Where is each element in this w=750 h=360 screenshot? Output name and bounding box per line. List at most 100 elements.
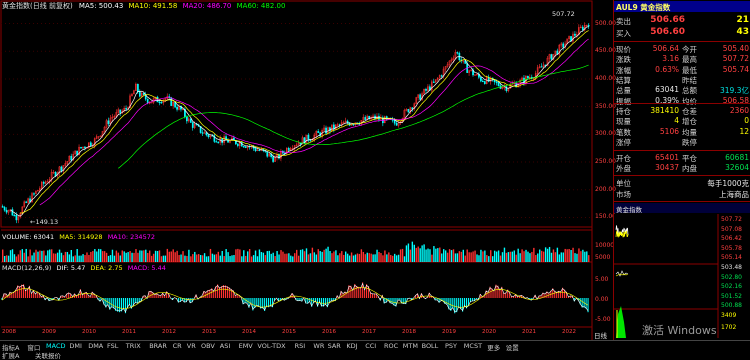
candle-body xyxy=(217,141,220,144)
volume-bar xyxy=(492,256,494,262)
quote-row-value: 60681 xyxy=(725,153,749,162)
sell-row[interactable]: 卖出 506.66 21 xyxy=(614,15,750,26)
volume-bar xyxy=(241,256,243,262)
divider xyxy=(614,41,750,42)
volume-bar xyxy=(558,254,561,262)
volume-bar xyxy=(480,249,482,262)
volume-bar xyxy=(523,251,525,262)
indicator-tab[interactable]: MCST xyxy=(464,342,482,351)
mini-chart-title-bar: 黄金指数 xyxy=(614,203,750,214)
volume-header: VOLUME: 63041 MA5: 314928 MA10: 234572 xyxy=(2,233,155,241)
volume-bar xyxy=(366,252,368,262)
candle-body xyxy=(495,81,498,83)
volume-bar xyxy=(397,254,400,262)
volume-bar xyxy=(47,250,49,262)
volume-bar xyxy=(7,255,10,262)
quote-row: 笔数 5106 均量 12 xyxy=(614,127,750,137)
volume-bar xyxy=(72,256,74,262)
indicator-tab[interactable]: DMI xyxy=(69,342,82,351)
indicator-tab[interactable]: VOL-TDX xyxy=(257,342,285,351)
indicator-tab[interactable]: KDJ xyxy=(346,342,357,351)
volume-bar xyxy=(270,253,272,262)
indicator-tab[interactable]: OBV xyxy=(201,342,215,351)
volume-bar xyxy=(403,256,406,262)
volume-bar xyxy=(350,252,353,262)
candle-body xyxy=(146,98,149,103)
indicator-tab[interactable]: CR xyxy=(173,342,182,351)
volume-bar xyxy=(507,252,510,262)
volume-bar xyxy=(231,255,233,262)
volume-bar xyxy=(425,249,427,262)
volume-bar xyxy=(35,249,37,262)
volume-bar xyxy=(207,256,210,262)
indicator-tab[interactable]: 更多 xyxy=(487,342,500,352)
candle-body xyxy=(138,91,141,97)
volume-bar xyxy=(107,255,110,262)
candle-body xyxy=(60,166,63,171)
volume-bar xyxy=(225,249,227,262)
volume-bar xyxy=(309,253,312,262)
quote-row-value: 507.72 xyxy=(722,54,749,64)
mini-volume-axis-tick: 3409 xyxy=(721,312,737,319)
indicator-tab[interactable]: BOLL xyxy=(422,342,439,351)
quote-row-value: 506.64 xyxy=(652,44,679,53)
indicator-tab[interactable]: TRIX xyxy=(126,342,141,351)
indicator-tab[interactable]: WR xyxy=(313,342,324,351)
volume-bar xyxy=(260,252,263,262)
volume-bar xyxy=(452,249,455,262)
extension-tab[interactable]: 关联报价 xyxy=(35,350,61,360)
volume-bar xyxy=(62,255,65,262)
indicator-tab[interactable]: ROC xyxy=(384,342,398,351)
volume-bar xyxy=(407,243,410,262)
volume-bar xyxy=(413,244,415,262)
indicator-tab[interactable]: EMV xyxy=(239,342,253,351)
market-label: 市场 xyxy=(616,190,631,199)
candle-body xyxy=(272,156,274,162)
volume-bar xyxy=(519,253,521,262)
candle-body xyxy=(307,134,310,141)
volume-bar xyxy=(380,253,382,262)
volume-axis-tick: 5000 xyxy=(595,254,611,261)
period-label[interactable]: 日线 xyxy=(594,330,607,340)
mini-volume-axis-tick: 1702 xyxy=(721,324,737,331)
volume-bar xyxy=(529,253,531,262)
volume-bar xyxy=(294,253,296,262)
indicator-tab[interactable]: DMA xyxy=(88,342,103,351)
macd-value-label: MACD: 5.44 xyxy=(127,264,166,272)
candle-body xyxy=(25,201,28,203)
indicator-tab[interactable]: RSI xyxy=(295,342,306,351)
volume-bar xyxy=(405,245,408,262)
quote-row-value: 505.40 xyxy=(722,44,749,53)
indicator-tab[interactable]: FSL xyxy=(107,342,118,351)
candle-body xyxy=(89,142,92,146)
volume-bar xyxy=(546,248,549,262)
candlestick-chart[interactable] xyxy=(0,0,613,340)
candle-body xyxy=(540,66,543,68)
indicator-tab[interactable]: PSY xyxy=(445,342,457,351)
quote-panel: AUL9 黄金指数 卖出 506.66 21 买入 506.60 43 现价 50… xyxy=(613,0,750,340)
divider xyxy=(614,150,750,151)
indicator-tab[interactable]: ASI xyxy=(220,342,231,351)
date-axis-tick: 2015 xyxy=(282,329,296,335)
volume-bar xyxy=(11,249,14,262)
extension-tab[interactable]: 扩展A xyxy=(2,350,19,360)
buy-row[interactable]: 买入 506.60 43 xyxy=(614,27,750,38)
volume-bar xyxy=(548,246,551,262)
volume-bar xyxy=(103,251,106,262)
quote-row-value: 505.74 xyxy=(722,64,749,74)
volume-bar xyxy=(96,251,98,262)
indicator-tab[interactable]: 设置 xyxy=(506,342,519,352)
quote-row-label: 内盘 xyxy=(682,164,697,174)
volume-bar xyxy=(164,255,167,262)
quote-row: 现量 4 增仓 0 xyxy=(614,116,750,126)
indicator-tab[interactable]: BRAR xyxy=(149,342,167,351)
quote-row-value: 63041 xyxy=(655,85,679,95)
indicator-tab[interactable]: CCI xyxy=(365,342,376,351)
volume-bar xyxy=(131,252,133,262)
volume-bar xyxy=(478,255,480,262)
indicator-tab[interactable]: VR xyxy=(187,342,196,351)
candle-body xyxy=(562,43,565,48)
indicator-tab[interactable]: MTM xyxy=(403,342,418,351)
indicator-tab[interactable]: SAR xyxy=(328,342,341,351)
volume-bar xyxy=(364,254,366,262)
